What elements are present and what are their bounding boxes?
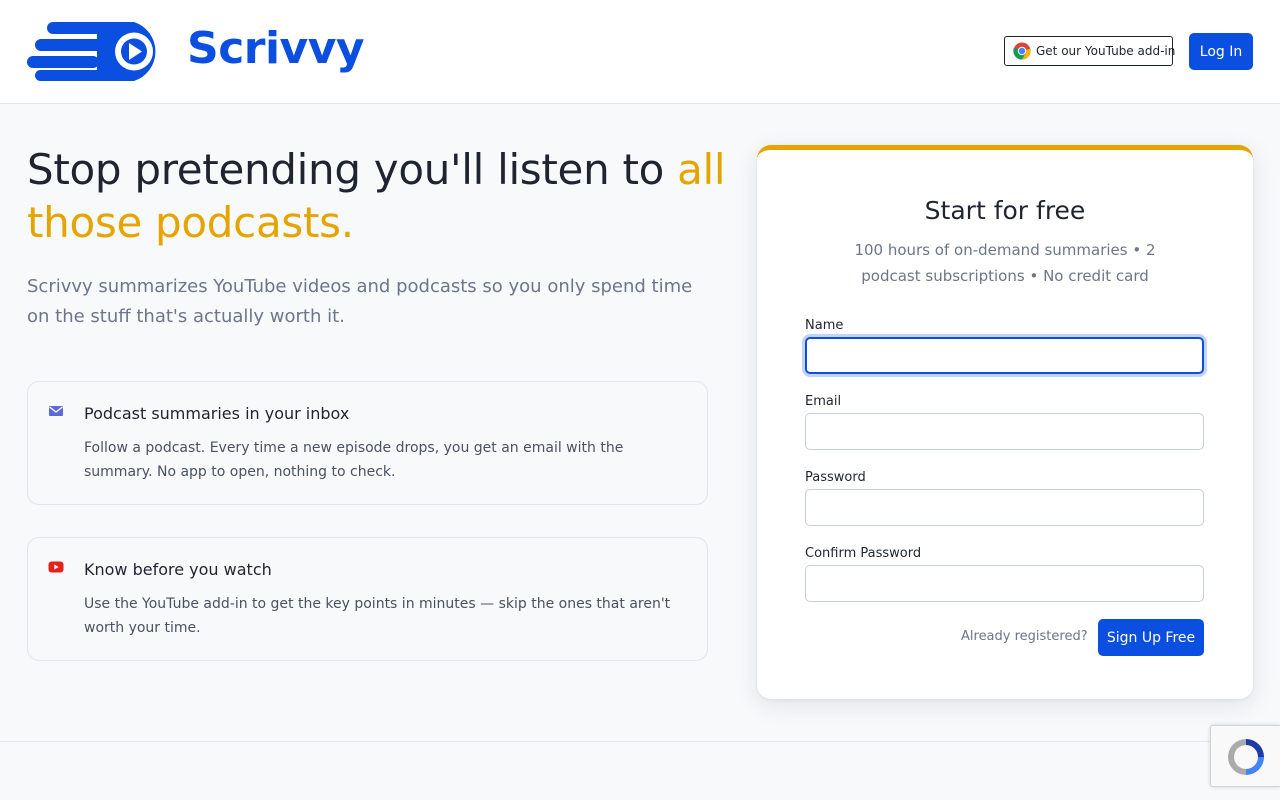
- hero-subtitle: Scrivvy summarizes YouTube videos and po…: [27, 276, 693, 327]
- email-field[interactable]: [805, 413, 1204, 450]
- feature-title: Podcast summaries in your inbox: [84, 404, 350, 423]
- feature-card-inbox: Podcast summaries in your inbox Follow a…: [27, 381, 708, 505]
- signup-subtitle: 100 hours of on-demand summaries • 2 pod…: [854, 241, 1156, 285]
- confirm-password-field[interactable]: [805, 565, 1204, 602]
- envelope-icon: [49, 406, 63, 416]
- chrome-icon: [1013, 42, 1031, 60]
- recaptcha-icon: [1228, 739, 1264, 775]
- name-field[interactable]: [805, 337, 1204, 374]
- already-registered-link[interactable]: Already registered?: [961, 629, 1088, 644]
- feature-body: Use the YouTube add-in to get the key po…: [84, 596, 671, 636]
- signup-card: Start for free 100 hours of on-demand su…: [757, 145, 1253, 699]
- login-button[interactable]: Log In: [1189, 33, 1253, 70]
- logo-speed-play-icon: [27, 22, 156, 81]
- hero-title: Stop pretending you'll listen to all tho…: [27, 143, 727, 249]
- youtube-addin-label: Get our YouTube add-in: [1036, 44, 1176, 58]
- brand-name: Scrivvy: [187, 23, 365, 74]
- hero-title-main: Stop pretending you'll listen to: [27, 145, 678, 194]
- footer-divider: [0, 741, 1280, 742]
- recaptcha-badge[interactable]: [1210, 725, 1280, 787]
- sign-up-button[interactable]: Sign Up Free: [1098, 619, 1204, 656]
- password-label: Password: [805, 470, 866, 485]
- brand-logo[interactable]: Scrivvy: [27, 20, 365, 82]
- youtube-addin-button[interactable]: Get our YouTube add-in: [1004, 36, 1176, 66]
- youtube-icon: [48, 561, 64, 573]
- name-label: Name: [805, 318, 844, 333]
- feature-card-youtube: Know before you watch Use the YouTube ad…: [27, 537, 708, 661]
- site-header: Scrivvy Get our YouTube add-in Log In: [0, 0, 1280, 104]
- feature-title: Know before you watch: [84, 560, 272, 579]
- signup-title: Start for free: [924, 196, 1086, 225]
- password-field[interactable]: [805, 489, 1204, 526]
- confirm-password-label: Confirm Password: [805, 546, 922, 561]
- feature-body: Follow a podcast. Every time a new episo…: [84, 440, 624, 480]
- email-label: Email: [805, 394, 842, 409]
